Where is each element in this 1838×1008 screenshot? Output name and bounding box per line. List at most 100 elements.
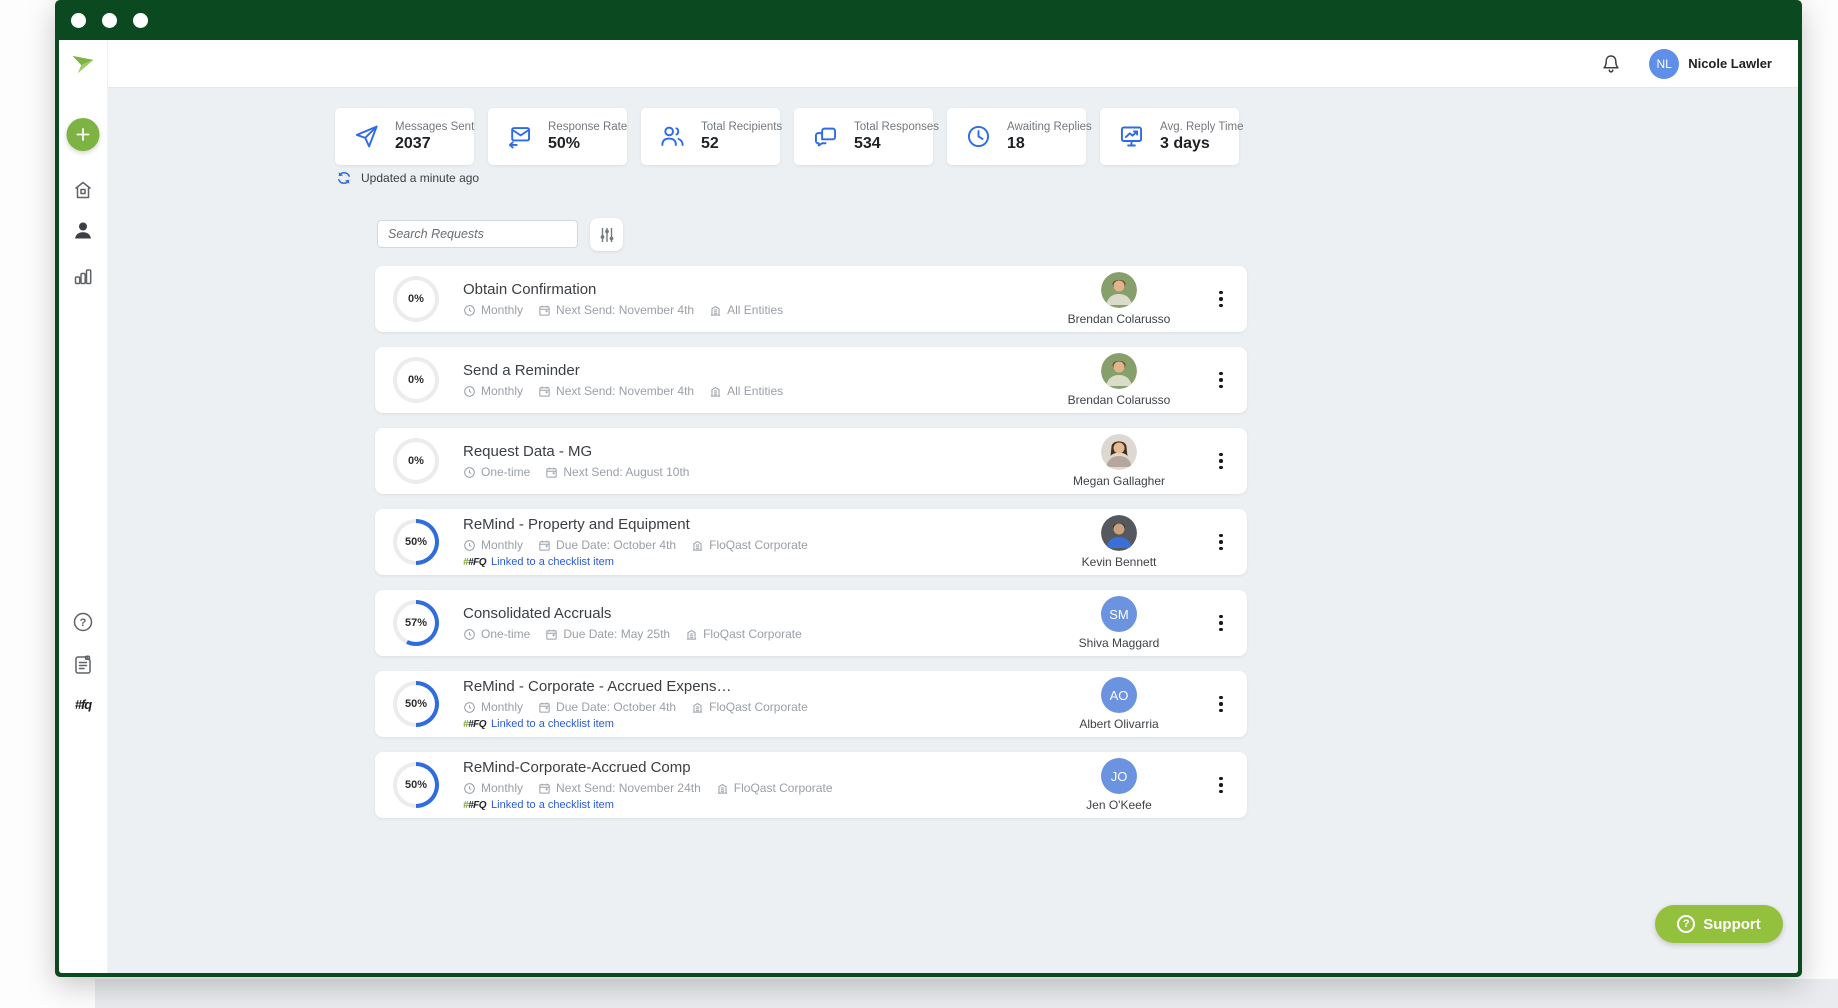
stat-card-response-rate: Response Rate 50%	[488, 108, 627, 165]
clock-icon	[464, 386, 475, 397]
screen: ? #fq NL Nicole Lawler Messages Sent 203…	[0, 0, 1838, 1008]
clock-icon	[464, 702, 475, 713]
progress-value: 50%	[404, 698, 428, 710]
clock-icon	[464, 540, 475, 551]
building-icon	[717, 783, 727, 794]
refresh-icon[interactable]	[336, 170, 352, 186]
clock-icon	[464, 629, 475, 640]
schedule: Next Send: November 4th	[538, 384, 694, 398]
monitor-trend-icon	[1120, 126, 1143, 147]
clock-icon	[967, 125, 990, 148]
kebab-menu-button[interactable]	[1203, 522, 1239, 562]
request-meta: One-time Due Date: May 25th FloQast Corp…	[463, 627, 1035, 641]
progress-value: 50%	[404, 536, 428, 548]
linked-label[interactable]: Linked to a checklist item	[491, 556, 614, 568]
request-card[interactable]: 50% ReMind-Corporate-Accrued Comp Monthl…	[375, 752, 1247, 818]
progress-ring: 0%	[393, 438, 439, 484]
owner-avatar-initials: JO	[1101, 758, 1137, 794]
sidebar-item-audit-log[interactable]	[71, 653, 95, 677]
window-control-dot[interactable]	[71, 12, 86, 28]
frequency: One-time	[463, 465, 530, 479]
frequency: Monthly	[463, 384, 523, 398]
linked-checklist[interactable]: ##FQ Linked to a checklist item	[463, 799, 1035, 811]
kebab-menu-button[interactable]	[1203, 603, 1239, 643]
request-card[interactable]: 0% Request Data - MG One-time Next Send:…	[375, 428, 1247, 494]
content-area: Messages Sent 2037 Response Rate 50% Tot…	[108, 88, 1798, 973]
request-title[interactable]: Send a Reminder	[463, 362, 1035, 381]
sidebar-item-help[interactable]: ?	[71, 610, 95, 634]
request-card[interactable]: 50% ReMind - Property and Equipment Mont…	[375, 509, 1247, 575]
floqast-hash-badge-icon: ##FQ	[463, 718, 487, 730]
kebab-menu-button[interactable]	[1203, 684, 1239, 724]
search-row	[377, 218, 623, 251]
kebab-menu-button[interactable]	[1203, 765, 1239, 805]
progress-value: 0%	[408, 455, 424, 467]
calendar-icon	[539, 540, 550, 551]
window-control-dot[interactable]	[102, 12, 117, 28]
main-area: NL Nicole Lawler Messages Sent 2037 Resp…	[108, 40, 1798, 973]
request-owner: Kevin Bennett	[1035, 515, 1203, 569]
user-menu[interactable]: NL Nicole Lawler	[1649, 48, 1772, 79]
request-title[interactable]: ReMind - Corporate - Accrued Expens…	[463, 678, 1035, 697]
sidebar-item-floqast[interactable]: #fq	[75, 697, 92, 712]
notifications-button[interactable]	[1599, 52, 1623, 76]
support-button[interactable]: ? Support	[1655, 905, 1783, 943]
calendar-icon	[539, 305, 550, 316]
request-title[interactable]: Obtain Confirmation	[463, 281, 1035, 300]
request-card[interactable]: 57% Consolidated Accruals One-time Due D…	[375, 590, 1247, 656]
building-icon	[710, 305, 721, 316]
sidebar-item-home[interactable]	[71, 178, 95, 202]
calendar-icon	[539, 783, 550, 794]
stat-value: 2037	[395, 134, 431, 152]
last-updated: Updated a minute ago	[336, 170, 479, 186]
progress-ring: 50%	[393, 762, 439, 808]
search-input[interactable]	[377, 220, 578, 248]
owner-avatar-initials: SM	[1101, 596, 1137, 632]
new-request-button[interactable]	[66, 118, 100, 151]
request-title[interactable]: Request Data - MG	[463, 443, 1035, 462]
calendar-icon	[539, 386, 550, 397]
progress-ring: 0%	[393, 357, 439, 403]
support-label: Support	[1703, 915, 1761, 933]
clock-icon	[464, 783, 475, 794]
request-meta: Monthly Next Send: November 4th All Enti…	[463, 303, 1035, 317]
stat-value: 50%	[548, 134, 581, 152]
progress-ring: 0%	[393, 276, 439, 322]
progress-value: 50%	[404, 779, 428, 791]
frequency: One-time	[463, 627, 530, 641]
stat-card-total-recipients: Total Recipients 52	[641, 108, 782, 165]
window-control-dot[interactable]	[133, 12, 148, 28]
linked-checklist[interactable]: ##FQ Linked to a checklist item	[463, 718, 1035, 730]
clock-icon	[464, 305, 475, 316]
stat-value: 18	[1007, 134, 1025, 152]
request-owner: JO Jen O'Keefe	[1035, 758, 1203, 812]
building-icon	[686, 629, 697, 640]
request-card[interactable]: 50% ReMind - Corporate - Accrued Expens……	[375, 671, 1247, 737]
kebab-menu-button[interactable]	[1203, 441, 1239, 481]
stat-card-total-responses: Total Responses 534	[794, 108, 939, 165]
progress-ring: 50%	[393, 519, 439, 565]
request-title[interactable]: ReMind - Property and Equipment	[463, 516, 1035, 535]
entity: FloQast Corporate	[691, 538, 808, 552]
filter-button[interactable]	[590, 218, 623, 251]
kebab-menu-button[interactable]	[1203, 279, 1239, 319]
kebab-menu-button[interactable]	[1203, 360, 1239, 400]
linked-label[interactable]: Linked to a checklist item	[491, 718, 614, 730]
entity: FloQast Corporate	[716, 781, 833, 795]
entity: FloQast Corporate	[691, 700, 808, 714]
owner-name: Shiva Maggard	[1078, 636, 1160, 650]
sidebar-item-recipients[interactable]	[71, 219, 95, 243]
request-card[interactable]: 0% Obtain Confirmation Monthly Next Send…	[375, 266, 1247, 332]
request-card[interactable]: 0% Send a Reminder Monthly Next Send: No…	[375, 347, 1247, 413]
linked-label[interactable]: Linked to a checklist item	[491, 799, 614, 811]
request-title[interactable]: Consolidated Accruals	[463, 605, 1035, 624]
owner-name: Brendan Colarusso	[1067, 312, 1171, 326]
sidebar-item-analytics[interactable]	[71, 264, 95, 288]
owner-avatar-photo	[1101, 272, 1137, 308]
owner-name: Albert Olivarria	[1079, 717, 1159, 731]
schedule: Next Send: November 4th	[538, 303, 694, 317]
linked-checklist[interactable]: ##FQ Linked to a checklist item	[463, 556, 1035, 568]
request-title[interactable]: ReMind-Corporate-Accrued Comp	[463, 759, 1035, 778]
stat-label: Total Responses	[854, 120, 940, 133]
user-avatar: NL	[1649, 48, 1680, 79]
